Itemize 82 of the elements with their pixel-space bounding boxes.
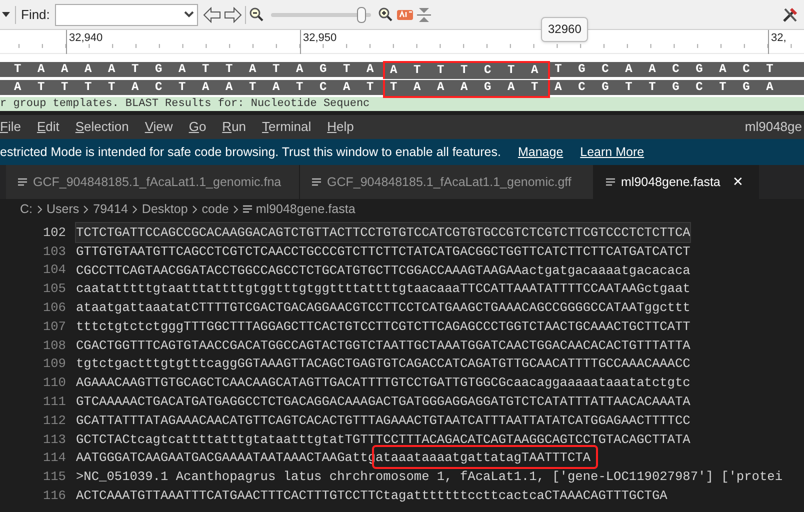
line-number: 102: [42, 224, 67, 242]
window-title: ml9048ge: [744, 118, 803, 136]
code-line: TCTCTGATTCCAGCCGCACAAGGACAGTCTGTTACTTCCTGTGTCCATCGTGTGCCGTCTCGTCTTCGTCCCTCTCTTCA: [76, 224, 690, 240]
close-icon[interactable]: ✕: [732, 172, 744, 192]
breadcrumb-item[interactable]: Desktop: [142, 200, 188, 218]
line-number: 113: [42, 430, 67, 449]
code-line: GTTGTGTAATGTTCAGCCTCGTCTCAACCTGCCCGTCTTCTTCTATCATGACGGCTGGTTCATCTTCTTCATGATCATCT: [76, 244, 690, 259]
file-lines-icon: [18, 178, 27, 186]
editor-tab[interactable]: GCF_904848185.1_fAcaLat1.1_genomic.gff: [300, 165, 594, 199]
breadcrumb-item[interactable]: ml9048gene.fasta: [256, 200, 356, 218]
editor-tab[interactable]: GCF_904848185.1_fAcaLat1.1_genomic.fna: [6, 165, 300, 199]
banner-message: estricted Mode is intended for safe code browsing. Trust this window to enable all features.: [0, 144, 501, 161]
code-line: caatatttttgtaatttattttgtggtttgtggttttattttgtaacaaaTTCCATTAAATATTTTCCAATAAGctgaat: [76, 281, 690, 296]
file-lines-icon: [606, 178, 615, 186]
code-line: tgtctgactttgtgtttcaggGGTAAAGTTACAGCTGAGTGTCAGACCATCAGATGTTGCAACATTTTGCCAAACAAACC: [76, 356, 690, 372]
banner-link[interactable]: Learn More: [580, 142, 644, 162]
menu-item[interactable]: Run: [214, 117, 254, 137]
file-lines-icon: [242, 204, 252, 214]
line-number: 105: [42, 280, 67, 298]
forward-arrow-icon[interactable]: [224, 6, 242, 22]
chevron-icon: [83, 204, 90, 214]
position-tooltip: 32960: [541, 17, 588, 42]
code-line: GCATTATTTATAGAAACAACATGTTCAGTCACACTGTTTAGAAACTGTAATCATTTAATTATATCATGGAGAACTTTTCC: [76, 412, 690, 428]
line-number: 115: [42, 468, 67, 486]
dropdown-caret-icon[interactable]: [2, 12, 10, 18]
code-line: CGCCTTCAGTAACGGATACCTGGCCAGCCTCTGCATGTGCTTCGGACCAAAGTAAGAAactgatgacaaaatgacacaca: [76, 262, 690, 278]
chevron-icon: [132, 204, 138, 214]
zoom-out-icon[interactable]: [248, 7, 264, 22]
line-number: 116: [42, 486, 67, 505]
menu-item[interactable]: Edit: [28, 117, 68, 137]
code-line: ataatgattaaatatCTTTTGTCGACTGACAGGAACGTCCTTCCTCATGAAGCTGAAACAGCCGGGGCCATAATggcttt: [76, 300, 690, 316]
line-number: 106: [42, 299, 67, 317]
line-number: 108: [42, 336, 67, 355]
tools-icon[interactable]: [782, 6, 798, 22]
sequence-bases: T A A A G A T: [383, 80, 550, 98]
menu-item[interactable]: Selection: [67, 117, 137, 137]
menu-item[interactable]: View: [136, 117, 181, 137]
breadcrumb-item[interactable]: code: [202, 200, 229, 218]
zoom-in-icon[interactable]: [378, 7, 393, 22]
menu-item[interactable]: File: [0, 117, 29, 137]
banner-link[interactable]: Manage: [518, 142, 564, 162]
sequence-bases: A T T T T A C T A A T A T C A T: [14, 80, 378, 95]
sequence-bases: A T T T C T A: [383, 60, 550, 78]
line-number: 104: [42, 261, 67, 280]
code-line: CGACTGGTTTCAGTGTAACCGACATGGCCAGTACTGGTCTAATTGCTAAATGGATCAACTGGACAACACACTGTTTATTA: [76, 338, 690, 353]
tab-label: GCF_904848185.1_fAcaLat1.1_genomic.fna: [33, 174, 282, 191]
tab-label: GCF_904848185.1_fAcaLat1.1_genomic.gff: [327, 174, 572, 191]
code-line: ACTCAAATGTTAAATTTCATGAACTTTCACTTTGTCCTTCtagatttttttccttcactcaCTAAACAGTTTGCTGA: [76, 488, 668, 504]
breadcrumb-item[interactable]: Users: [46, 200, 80, 218]
dropdown-caret-icon[interactable]: [184, 11, 194, 18]
code-line: GTCAAAAACTGACATGATGAGGCCTCTGACAGGACAAAGACTGATGGGAGGAGGATGTCTCATATTTATTAACACAAATA: [76, 394, 690, 410]
code-line: tttctgtctctgggTTTGGCTTTAGGAGCTTCACTGTCCTTCGTCTTCAGAGCCCTGGTCTAACTGCAAACTGCTTCATT: [76, 318, 690, 334]
zoom-slider[interactable]: [270, 6, 371, 22]
code-line: >NC_051039.1 Acanthopagrus latus chrchromosome 1, fAcaLat1.1, ['gene-LOC119027987'] ['protei: [76, 469, 783, 484]
line-number: 110: [42, 374, 67, 392]
find-label: Find:: [21, 6, 50, 24]
menu-item[interactable]: Terminal: [254, 117, 320, 137]
file-lines-icon: [312, 178, 321, 186]
menu-item[interactable]: Help: [319, 117, 362, 137]
sequence-bases: T A A A A T G A T T A T A G T A: [14, 62, 378, 77]
breadcrumb-item[interactable]: 79414: [93, 200, 128, 218]
menu-item[interactable]: Go: [180, 117, 214, 137]
collapse-icon[interactable]: [416, 6, 431, 22]
back-arrow-icon[interactable]: [202, 6, 221, 22]
code-line: AGAAACAAGTTGTGCAGCTCAACAAGCATAGTTGACATTTTGTCCTGATTGTGGCGcaacaggaaaaataaatatctgtc: [76, 375, 690, 390]
sequence-bases: T G C A A C G A C T: [554, 62, 778, 77]
line-number: 112: [42, 412, 67, 430]
line-number: 114: [42, 449, 67, 468]
tab-label: ml9048gene.fasta: [621, 174, 720, 191]
line-number: 111: [42, 392, 67, 411]
breadcrumb-item[interactable]: C:: [20, 200, 32, 218]
annotation-track: r group templates. BLAST Results for: Nucleotide Sequenc: [0, 97, 804, 111]
find-field[interactable]: [54, 4, 198, 26]
line-number: 103: [42, 242, 67, 261]
chevron-icon: [232, 204, 239, 214]
chevron-icon: [36, 204, 42, 214]
sequence-bases: A C G T T G C T G A: [554, 80, 778, 95]
line-number: 109: [42, 355, 67, 374]
line-number: 107: [42, 318, 67, 336]
chevron-icon: [192, 204, 198, 214]
code-line: GCTCTACtcagtcattttatttgtataatttgtatTGTTTCCTTTACAGACATCAGTAAGGCAGTCCTGTACAGCTTATA: [76, 432, 690, 447]
editor-tab[interactable]: ml9048gene.fasta ✕: [594, 165, 759, 199]
